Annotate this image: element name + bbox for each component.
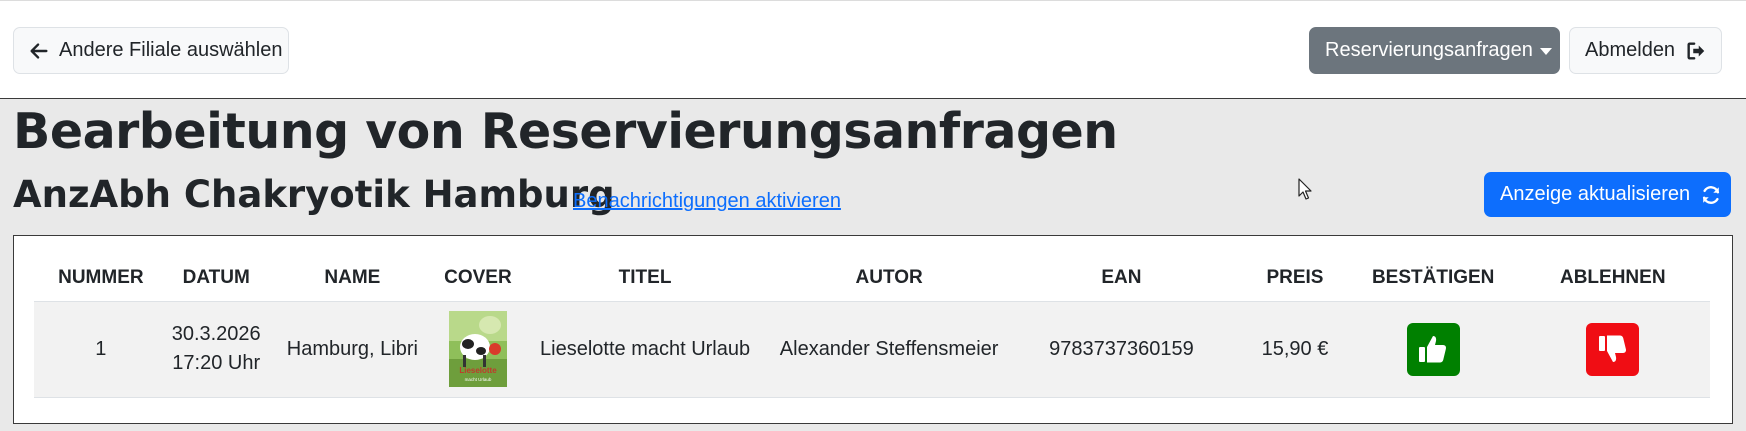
cell-date: 30.3.2026 bbox=[171, 323, 261, 345]
sign-out-icon bbox=[1687, 41, 1705, 60]
logout-button[interactable]: Abmelden bbox=[1569, 27, 1722, 74]
header-name: NAME bbox=[264, 256, 441, 302]
thumbs-down-icon bbox=[1598, 335, 1626, 362]
header-datum: DATUM bbox=[167, 256, 265, 302]
header-bestaetigen: BESTÄTIGEN bbox=[1350, 256, 1516, 302]
reservation-requests-dropdown[interactable]: Reservierungsanfragen bbox=[1309, 27, 1560, 74]
cell-nummer: 1 bbox=[34, 301, 168, 398]
table-header-row: NUMMER DATUM NAME COVER TITEL AUTOR EAN … bbox=[34, 256, 1710, 302]
confirm-button[interactable] bbox=[1406, 322, 1460, 376]
table-row: 1 30.3.2026 17:20 Uhr Hamburg, Libri Lie… bbox=[34, 301, 1710, 398]
arrow-left-icon bbox=[30, 42, 48, 59]
cell-ablehnen bbox=[1515, 301, 1710, 398]
header-titel: TITEL bbox=[515, 256, 775, 302]
page-title: Bearbeitung von Reservierungsanfragen bbox=[13, 103, 1118, 160]
header-autor: AUTOR bbox=[774, 256, 1004, 302]
back-to-branch-selection-button[interactable]: Andere Filiale auswählen bbox=[13, 27, 289, 74]
cell-datum: 30.3.2026 17:20 Uhr bbox=[167, 301, 265, 398]
reservation-table: NUMMER DATUM NAME COVER TITEL AUTOR EAN … bbox=[34, 256, 1710, 398]
cell-bestaetigen bbox=[1350, 301, 1516, 398]
header-preis: PREIS bbox=[1239, 256, 1351, 302]
reservation-table-panel: NUMMER DATUM NAME COVER TITEL AUTOR EAN … bbox=[13, 235, 1733, 424]
thumbs-up-icon bbox=[1419, 336, 1447, 363]
cell-ean: 9783737360159 bbox=[1003, 301, 1240, 398]
caret-down-icon bbox=[1539, 48, 1552, 55]
refresh-display-button[interactable]: Anzeige aktualisieren bbox=[1484, 172, 1731, 217]
logout-label: Abmelden bbox=[1585, 39, 1676, 61]
cell-cover: Lieselotte macht Urlaub bbox=[440, 301, 516, 398]
refresh-label: Anzeige aktualisieren bbox=[1500, 183, 1691, 205]
navbar: Andere Filiale auswählen Reservierungsan… bbox=[0, 0, 1746, 99]
cell-titel: Lieselotte macht Urlaub bbox=[515, 301, 775, 398]
dropdown-label: Reservierungsanfragen bbox=[1325, 39, 1533, 61]
header-ean: EAN bbox=[1003, 256, 1240, 302]
cell-autor: Alexander Steffensmeier bbox=[774, 301, 1004, 398]
enable-notifications-link[interactable]: Benachrichtigungen aktivieren bbox=[573, 190, 841, 213]
cell-name: Hamburg, Libri bbox=[264, 301, 441, 398]
header-nummer: NUMMER bbox=[34, 256, 168, 302]
refresh-icon bbox=[1703, 185, 1720, 204]
back-button-label: Andere Filiale auswählen bbox=[59, 39, 283, 61]
cover-title: Lieselotte bbox=[459, 366, 497, 375]
reject-button[interactable] bbox=[1586, 322, 1640, 376]
header-cover: COVER bbox=[440, 256, 516, 302]
cell-preis: 15,90 € bbox=[1239, 301, 1351, 398]
cell-time: 17:20 Uhr bbox=[172, 352, 261, 374]
cover-subtitle: macht Urlaub bbox=[464, 377, 491, 382]
branch-name: AnzAbh Chakryotik Hamburg bbox=[13, 173, 615, 216]
book-cover-image: Lieselotte macht Urlaub bbox=[448, 311, 507, 387]
mouse-cursor-icon bbox=[1298, 178, 1312, 200]
header-ablehnen: ABLEHNEN bbox=[1515, 256, 1710, 302]
